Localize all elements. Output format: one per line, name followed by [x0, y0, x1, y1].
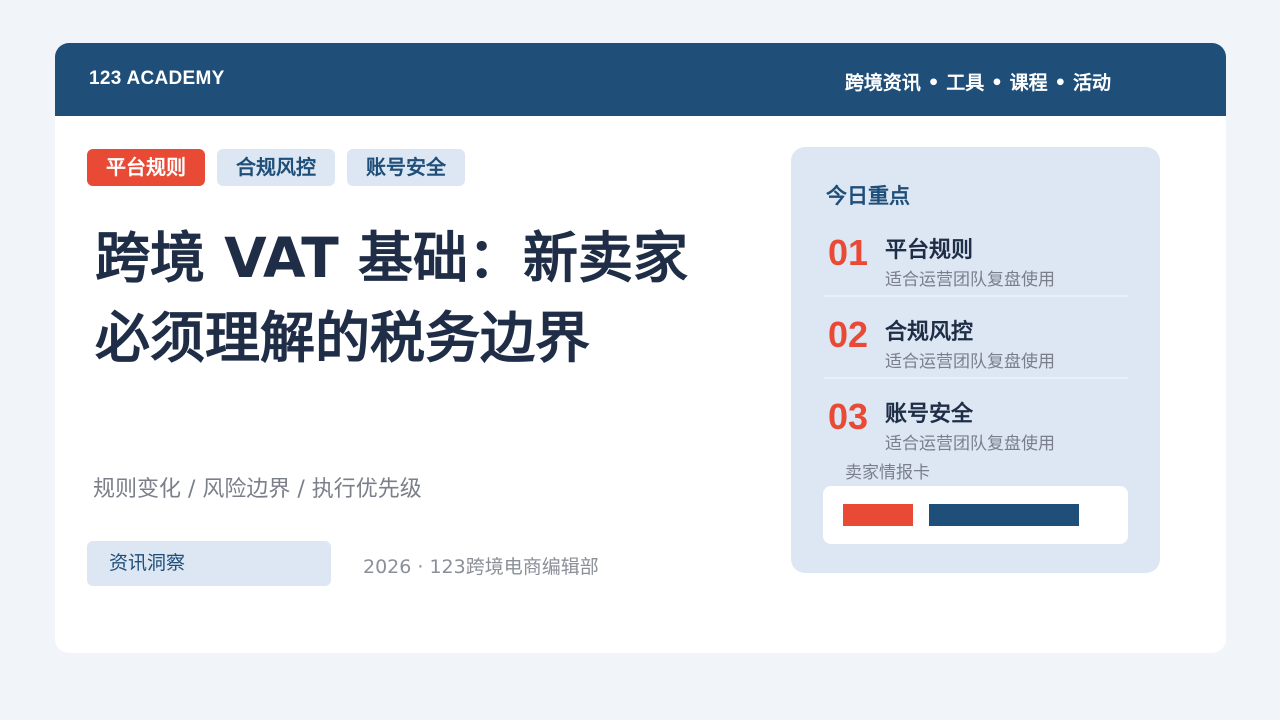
- tag-account-security[interactable]: 账号安全: [347, 149, 465, 186]
- panel-title: 今日重点: [826, 184, 910, 208]
- item-number: 01: [828, 232, 869, 273]
- item-name: 平台规则: [885, 238, 974, 263]
- item-number: 02: [828, 314, 869, 355]
- divider: [824, 295, 1128, 297]
- item-name: 账号安全: [885, 402, 974, 427]
- page-title: 跨境 VAT 基础：新卖家必须理解的税务边界: [95, 226, 688, 370]
- top-bar: 123 ACADEMY 跨境资讯 • 工具 • 课程 • 活动: [55, 43, 1226, 116]
- tag-platform-rules[interactable]: 平台规则: [87, 149, 205, 186]
- tag-compliance[interactable]: 合规风控: [217, 149, 335, 186]
- item-desc: 适合运营团队复盘使用: [885, 352, 1055, 372]
- item-desc: 适合运营团队复盘使用: [885, 434, 1055, 454]
- nav-links[interactable]: 跨境资讯 • 工具 • 课程 • 活动: [845, 68, 1111, 95]
- item-number: 03: [828, 396, 869, 437]
- intel-card-label: 卖家情报卡: [845, 463, 930, 483]
- primary-bar: [929, 504, 1079, 526]
- tag-list: 平台规则 合规风控 账号安全: [87, 149, 477, 186]
- brand-logo[interactable]: 123 ACADEMY: [89, 68, 225, 90]
- divider: [824, 377, 1128, 379]
- highlight-item[interactable]: 02 合规风控 适合运营团队复盘使用: [824, 311, 1128, 391]
- item-name: 合规风控: [885, 320, 974, 345]
- hero-card: 123 ACADEMY 跨境资讯 • 工具 • 课程 • 活动 平台规则 合规风…: [55, 43, 1226, 653]
- intel-card[interactable]: [823, 486, 1128, 544]
- page-subtitle: 规则变化 / 风险边界 / 执行优先级: [93, 477, 422, 502]
- highlights-panel: 今日重点 01 平台规则 适合运营团队复盘使用 02 合规风控 适合运营团队复盘…: [791, 147, 1160, 573]
- item-desc: 适合运营团队复盘使用: [885, 270, 1055, 290]
- category-badge[interactable]: 资讯洞察: [87, 541, 331, 586]
- accent-bar: [843, 504, 913, 526]
- highlight-item[interactable]: 01 平台规则 适合运营团队复盘使用: [824, 229, 1128, 309]
- publish-meta: 2026 · 123跨境电商编辑部: [363, 556, 599, 578]
